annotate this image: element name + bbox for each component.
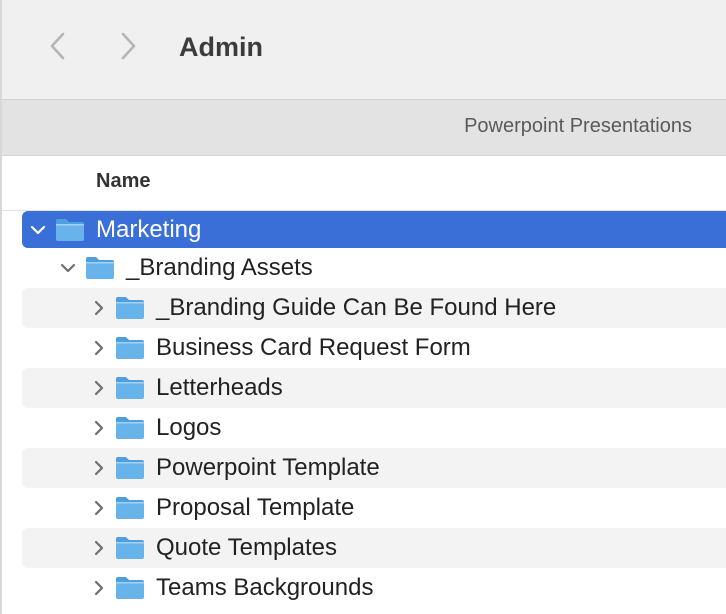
file-list: Marketing _Branding Assets _Branding Guide…: [22, 211, 726, 614]
disclosure-collapsed-icon[interactable]: [89, 488, 109, 528]
toolbar: Admin: [2, 0, 726, 100]
path-tab-powerpoint-presentations[interactable]: Powerpoint Presentations: [464, 115, 692, 138]
disclosure-expanded-icon[interactable]: [28, 211, 48, 248]
folder-icon: [114, 575, 146, 601]
disclosure-collapsed-icon[interactable]: [89, 528, 109, 568]
disclosure-collapsed-icon[interactable]: [89, 368, 109, 408]
list-item-label: Teams Backgrounds: [156, 574, 374, 601]
disclosure-collapsed-icon[interactable]: [89, 288, 109, 328]
column-header-row: Name: [2, 156, 726, 211]
folder-icon: [114, 295, 146, 321]
list-item[interactable]: _Branding Assets: [22, 248, 726, 288]
window-title: Admin: [179, 32, 263, 62]
list-item-label: _Branding Guide Can Be Found Here: [156, 294, 557, 321]
list-item-label: Business Card Request Form: [156, 334, 471, 361]
list-item-label: _Branding Assets: [126, 254, 313, 281]
folder-icon: [54, 217, 86, 243]
list-item-label: Quote Templates: [156, 534, 337, 561]
list-item-label: Logos: [156, 414, 222, 441]
list-item[interactable]: Teams Backgrounds: [22, 568, 726, 608]
folder-icon: [114, 415, 146, 441]
list-item-label: Letterheads: [156, 374, 283, 401]
disclosure-expanded-icon[interactable]: [58, 248, 78, 288]
list-item-label: Proposal Template: [156, 494, 355, 521]
disclosure-collapsed-icon[interactable]: [89, 328, 109, 368]
path-bar: Powerpoint Presentations: [2, 100, 726, 156]
folder-icon: [114, 535, 146, 561]
chevron-left-icon: [50, 32, 65, 60]
back-button[interactable]: [40, 28, 76, 64]
list-item[interactable]: Quote Templates: [22, 528, 726, 568]
forward-button[interactable]: [110, 28, 146, 64]
list-item[interactable]: Letterheads: [22, 368, 726, 408]
chevron-right-icon: [121, 32, 136, 60]
disclosure-collapsed-icon[interactable]: [89, 448, 109, 488]
list-item[interactable]: Business Card Request Form: [22, 328, 726, 368]
disclosure-collapsed-icon[interactable]: [89, 568, 109, 608]
list-item[interactable]: Proposal Template: [22, 488, 726, 528]
list-item[interactable]: Powerpoint Template: [22, 448, 726, 488]
folder-icon: [84, 255, 116, 281]
folder-icon: [114, 455, 146, 481]
disclosure-collapsed-icon[interactable]: [89, 408, 109, 448]
list-item[interactable]: Logos: [22, 408, 726, 448]
list-item-label: Powerpoint Template: [156, 454, 380, 481]
folder-icon: [114, 335, 146, 361]
list-item-label: Marketing: [96, 215, 202, 243]
name-column-header[interactable]: Name: [96, 170, 150, 193]
list-item-selected[interactable]: Marketing: [22, 211, 726, 248]
folder-icon: [114, 375, 146, 401]
list-item[interactable]: _Branding Guide Can Be Found Here: [22, 288, 726, 328]
folder-icon: [114, 495, 146, 521]
